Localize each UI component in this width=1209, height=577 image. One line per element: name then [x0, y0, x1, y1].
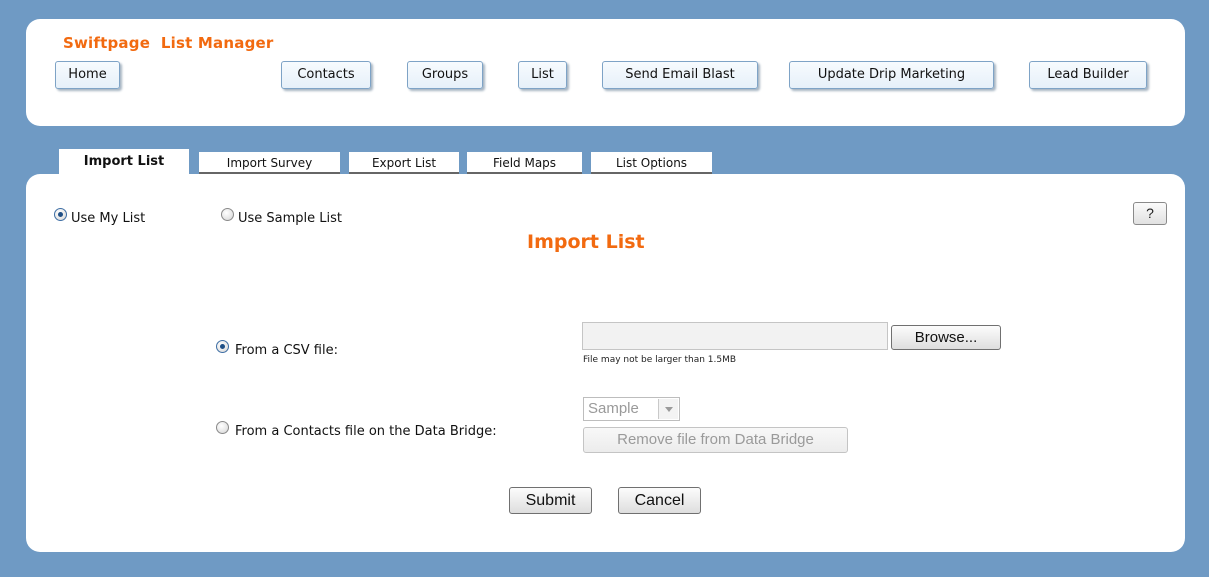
browse-button[interactable]: Browse...	[891, 325, 1001, 350]
use-sample-list-radio[interactable]	[221, 208, 234, 221]
csv-file-label: From a CSV file:	[235, 343, 338, 358]
file-path-input[interactable]	[582, 322, 888, 350]
data-bridge-radio[interactable]	[216, 421, 229, 434]
file-size-hint: File may not be larger than 1.5MB	[583, 355, 737, 365]
data-bridge-select-value: Sample	[588, 400, 639, 417]
chevron-down-icon	[658, 399, 678, 419]
nav-list-button[interactable]: List	[518, 61, 567, 89]
nav-lead-builder-button[interactable]: Lead Builder	[1029, 61, 1147, 89]
tab-field-maps[interactable]: Field Maps	[467, 152, 582, 174]
app-title: Swiftpage List Manager	[63, 34, 274, 52]
remove-file-button[interactable]: Remove file from Data Bridge	[583, 427, 848, 453]
cancel-button[interactable]: Cancel	[618, 487, 701, 514]
help-button[interactable]: ?	[1133, 202, 1167, 225]
submit-button[interactable]: Submit	[509, 487, 592, 514]
nav-home-button[interactable]: Home	[55, 61, 120, 89]
page-title: Import List	[527, 231, 645, 253]
tab-list-options[interactable]: List Options	[591, 152, 712, 174]
tab-import-survey[interactable]: Import Survey	[199, 152, 340, 174]
use-my-list-label: Use My List	[71, 211, 146, 226]
use-my-list-radio[interactable]	[54, 208, 67, 221]
data-bridge-file-select[interactable]: Sample	[583, 397, 680, 421]
csv-file-radio[interactable]	[216, 340, 229, 353]
nav-groups-button[interactable]: Groups	[407, 61, 483, 89]
nav-send-email-blast-button[interactable]: Send Email Blast	[602, 61, 758, 89]
nav-contacts-button[interactable]: Contacts	[281, 61, 371, 89]
tab-import-list[interactable]: Import List	[59, 149, 189, 174]
data-bridge-label: From a Contacts file on the Data Bridge:	[235, 424, 497, 439]
tab-export-list[interactable]: Export List	[349, 152, 459, 174]
use-sample-list-label: Use Sample List	[238, 211, 343, 226]
nav-update-drip-marketing-button[interactable]: Update Drip Marketing	[789, 61, 994, 89]
